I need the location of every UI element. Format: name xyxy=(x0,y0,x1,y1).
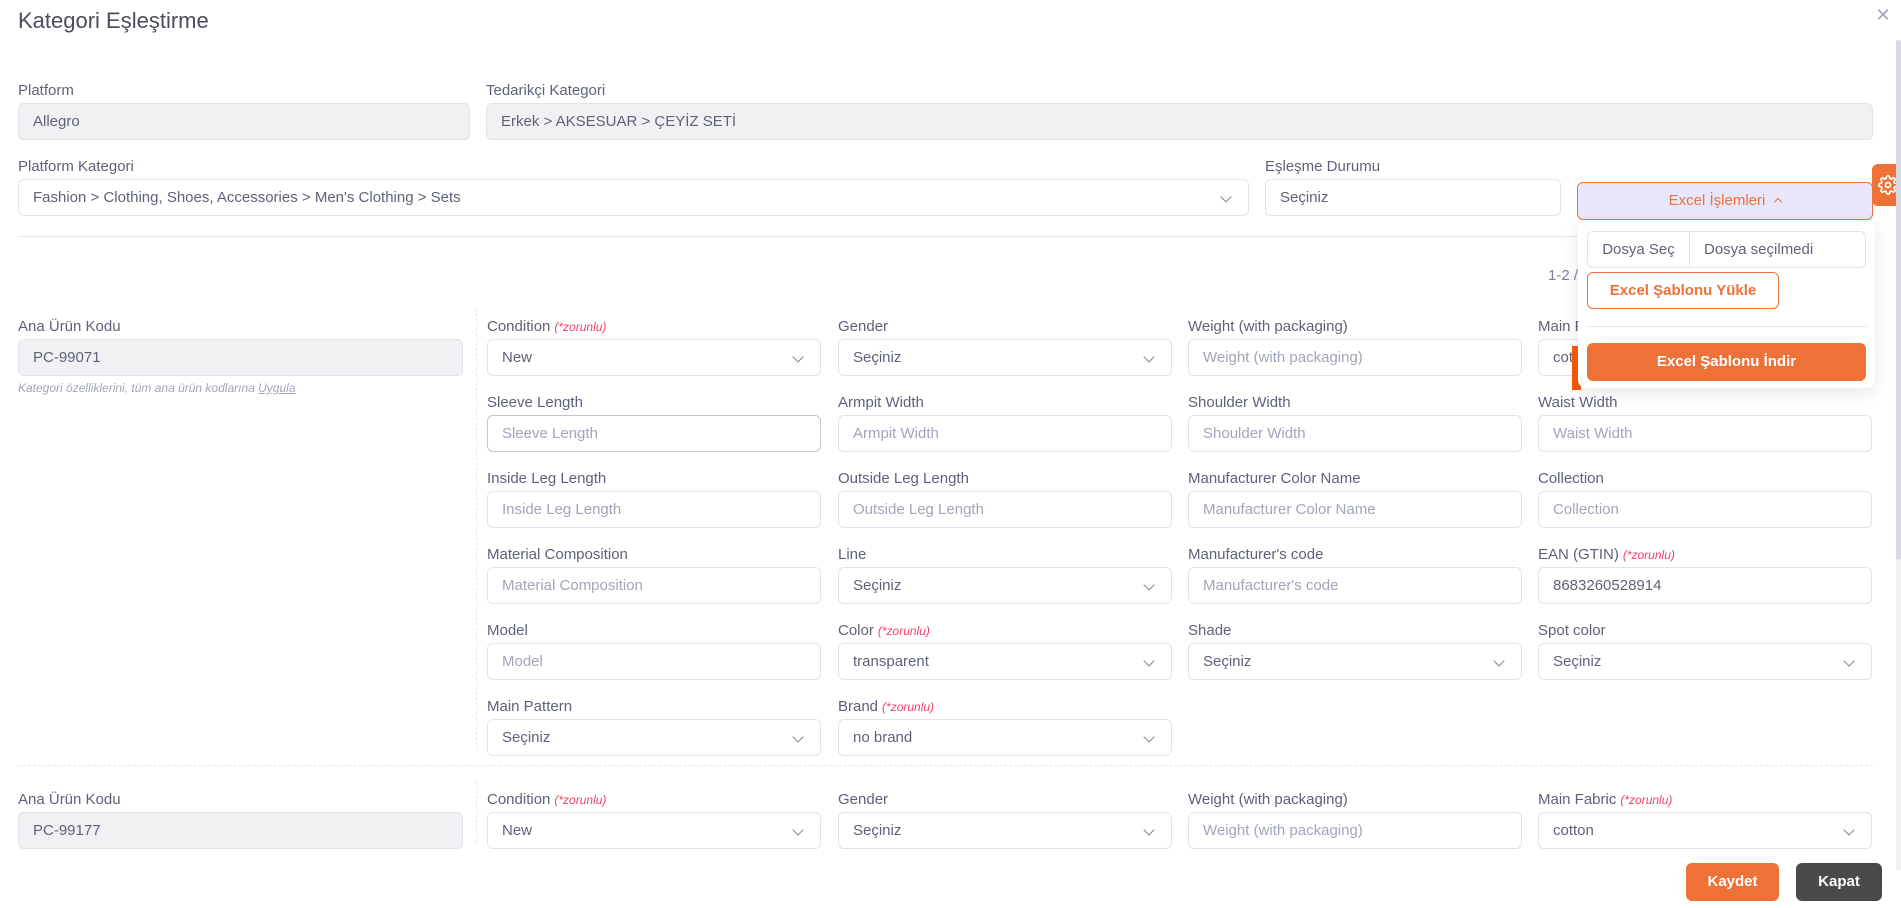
attribute-label: Gender xyxy=(838,791,888,808)
attribute-select[interactable]: Seçiniz xyxy=(838,812,1172,849)
gear-icon xyxy=(1878,175,1898,195)
attribute-select[interactable]: cotton xyxy=(1538,812,1872,849)
scrollbar-thumb[interactable] xyxy=(1896,40,1901,560)
upload-template-button[interactable]: Excel Şablonu Yükle xyxy=(1587,272,1779,309)
close-button[interactable]: Kapat xyxy=(1796,863,1882,901)
attribute-select[interactable]: New xyxy=(487,812,821,849)
no-file-text: Dosya seçilmedi xyxy=(1704,241,1814,258)
product-code-field: PC-99177 xyxy=(18,812,463,849)
attribute-label-text: Weight (with packaging) xyxy=(1188,791,1348,808)
attribute-label-text: Condition xyxy=(487,791,551,808)
dropdown-divider xyxy=(1587,326,1866,327)
product-block: Ana Ürün KoduPC-99177Kategori özellikler… xyxy=(0,0,1901,852)
attribute-label-text: Gender xyxy=(838,791,889,808)
product-code-label: Ana Ürün Kodu xyxy=(18,791,121,808)
scrollbar[interactable] xyxy=(1896,40,1901,870)
excel-dropdown: Dosya Seç Dosya seçilmedi Excel Şablonu … xyxy=(1578,222,1875,388)
attribute-label: Main Fabric(*zorunlu) xyxy=(1538,791,1672,808)
required-tag: (*zorunlu) xyxy=(554,793,607,807)
attribute-label-text: Main Fabric xyxy=(1538,791,1617,808)
attribute-input[interactable]: Weight (with packaging) xyxy=(1188,812,1522,849)
file-input[interactable]: Dosya Seç Dosya seçilmedi xyxy=(1587,231,1866,268)
attribute-label: Weight (with packaging) xyxy=(1188,791,1348,808)
save-button[interactable]: Kaydet xyxy=(1686,863,1779,901)
required-tag: (*zorunlu) xyxy=(1620,793,1673,807)
attribute-label: Condition (*zorunlu) xyxy=(487,791,606,808)
choose-file-button[interactable]: Dosya Seç xyxy=(1588,232,1690,267)
column-separator xyxy=(476,781,477,842)
download-template-button[interactable]: Excel Şablonu İndir xyxy=(1587,343,1866,381)
